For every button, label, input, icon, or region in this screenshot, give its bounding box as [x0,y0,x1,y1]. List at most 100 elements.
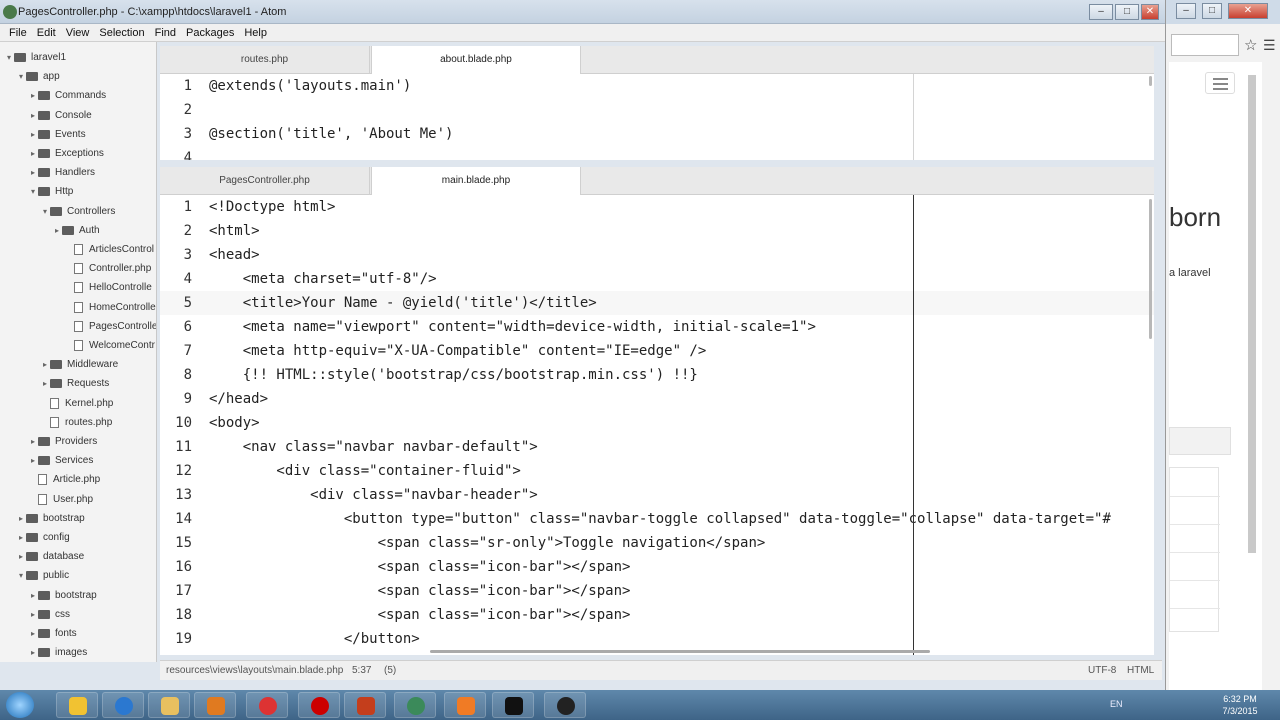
menu-find[interactable]: Find [150,27,181,39]
code-line[interactable]: 7 <meta http-equiv="X-UA-Compatible" con… [160,339,1154,363]
code-line[interactable]: 16 <span class="icon-bar"></span> [160,555,1154,579]
tree-item[interactable]: ▸ bootstrap [16,509,85,528]
code-line[interactable]: 3 @section('title', 'About Me') [160,122,1154,146]
code-line[interactable]: 5 <title>Your Name - @yield('title')</ti… [160,291,1154,315]
browser-close-button[interactable]: ✕ [1228,3,1268,19]
tree-item[interactable]: Kernel.php [40,394,113,413]
tree-item[interactable]: ▸ css [28,605,70,624]
menu-help[interactable]: Help [239,27,272,39]
tree-item[interactable]: ▸ Providers [28,432,97,451]
code-line[interactable]: 3 <head> [160,243,1154,267]
code-line[interactable]: 11 <nav class="navbar navbar-default"> [160,435,1154,459]
taskbar-clock[interactable]: 6:32 PM 7/3/2015 [1212,693,1268,717]
code-line[interactable]: 2 <html> [160,219,1154,243]
star-icon[interactable]: ☆ [1244,36,1257,54]
tree-item[interactable]: ▸ Services [28,451,93,470]
minimize-button[interactable]: – [1089,4,1113,20]
menu-selection[interactable]: Selection [94,27,149,39]
tree-item[interactable]: ▸ Auth [52,221,100,240]
browser-scrollbar[interactable] [1248,75,1256,553]
code-line[interactable]: 8 {!! HTML::style('bootstrap/css/bootstr… [160,363,1154,387]
taskbar-explorer[interactable] [148,692,190,718]
code-line[interactable]: 1 <!Doctype html> [160,195,1154,219]
tab-about-blade-php[interactable]: about.blade.php [371,46,581,75]
status-encoding[interactable]: UTF-8 [1088,665,1116,676]
status-cursor-position[interactable]: 5:37 [352,665,371,676]
taskbar-powerpoint[interactable] [344,692,386,718]
browser-titlebar[interactable]: – □ ✕ [1166,0,1280,24]
code-line[interactable]: 10 <body> [160,411,1154,435]
tree-item[interactable]: ▾ laravel1 [4,48,66,67]
browser-minimize-button[interactable]: – [1176,3,1196,19]
tree-item[interactable]: User.php [28,490,93,509]
status-file-path[interactable]: resources\views\layouts\main.blade.php [166,665,343,676]
top-editor[interactable]: 4 3 @section('title', 'About Me') 2 1 @extend… [160,74,1154,160]
tree-item[interactable]: WelcomeContr [64,336,155,355]
code-line[interactable]: 1 @extends('layouts.main') [160,74,1154,98]
window-titlebar[interactable]: PagesController.php - C:\xampp\htdocs\la… [0,0,1165,24]
tree-item[interactable]: HelloControlle [64,278,152,297]
code-line[interactable]: 18 <span class="icon-bar"></span> [160,603,1154,627]
tree-item[interactable]: routes.php [40,413,112,432]
top-editor-scrollbar[interactable] [1149,76,1152,86]
tree-item[interactable]: PagesControlle [64,317,156,336]
tab-routes-php[interactable]: routes.php [160,46,370,74]
taskbar-folder[interactable] [56,692,98,718]
tree-item[interactable]: ▸ Console [28,106,92,125]
code-line[interactable]: 4 [160,146,1154,160]
browser-maximize-button[interactable]: □ [1202,3,1222,19]
tree-item[interactable]: ▸ Events [28,125,86,144]
tree-item[interactable]: ▸ bootstrap [28,586,97,605]
tree-item[interactable]: ▸ Handlers [28,163,95,182]
taskbar-terminal[interactable] [492,692,534,718]
close-button[interactable]: ✕ [1141,4,1159,20]
taskbar-opera[interactable] [298,692,340,718]
code-line[interactable]: 14 <button type="button" class="navbar-t… [160,507,1154,531]
menu-icon[interactable]: ☰ [1263,37,1276,54]
menu-view[interactable]: View [61,27,95,39]
tab-pages-controller-php[interactable]: PagesController.php [160,167,370,195]
taskbar-obs[interactable] [544,692,586,718]
tree-item[interactable]: ▾ Http [28,182,73,201]
bottom-editor[interactable]: 19 </button> 18 <span class="icon-bar"></… [160,195,1154,655]
code-line[interactable]: 2 [160,98,1154,122]
horizontal-scrollbar[interactable] [430,650,930,653]
taskbar-atom[interactable] [394,692,436,718]
taskbar-media[interactable] [194,692,236,718]
tree-item[interactable]: ▸ fonts [28,624,77,643]
tree-item[interactable]: ▾ public [16,566,69,585]
bottom-editor-scrollbar[interactable] [1149,199,1152,339]
tree-item[interactable]: Controller.php [64,259,151,278]
menu-file[interactable]: File [4,27,32,39]
navbar-toggle-icon[interactable] [1205,72,1235,94]
code-line[interactable]: 15 <span class="sr-only">Toggle navigati… [160,531,1154,555]
taskbar-ie[interactable] [102,692,144,718]
menu-packages[interactable]: Packages [181,27,239,39]
tree-item[interactable]: ▸ Middleware [40,355,118,374]
code-line[interactable]: 17 <span class="icon-bar"></span> [160,579,1154,603]
code-line[interactable]: 4 <meta charset="utf-8"/> [160,267,1154,291]
status-grammar[interactable]: HTML [1127,665,1154,676]
code-line[interactable]: 19 </button> [160,627,1154,651]
tree-item[interactable]: ▸ config [16,528,70,547]
code-line[interactable]: 9 </head> [160,387,1154,411]
tree-item[interactable]: ▸ Commands [28,86,106,105]
maximize-button[interactable]: □ [1115,4,1139,20]
tree-item[interactable]: ▸ Exceptions [28,144,104,163]
tree-item[interactable]: ▸ images [28,643,87,662]
tree-item[interactable]: Article.php [28,470,100,489]
tree-item[interactable]: ▸ Requests [40,374,109,393]
taskbar-xampp[interactable] [444,692,486,718]
tree-item[interactable]: ▸ database [16,547,84,566]
tab-main-blade-php[interactable]: main.blade.php [371,167,581,196]
code-line[interactable]: 12 <div class="container-fluid"> [160,459,1154,483]
tree-item[interactable]: ArticlesControl [64,240,154,259]
taskbar-chrome[interactable] [246,692,288,718]
tree-item[interactable]: HomeControlle [64,298,156,317]
menu-edit[interactable]: Edit [32,27,61,39]
code-line[interactable]: 13 <div class="navbar-header"> [160,483,1154,507]
tree-item[interactable]: ▾ app [16,67,60,86]
tray-language[interactable]: EN [1110,699,1123,709]
tree-item[interactable]: ▾ Controllers [40,202,115,221]
code-line[interactable]: 6 <meta name="viewport" content="width=d… [160,315,1154,339]
